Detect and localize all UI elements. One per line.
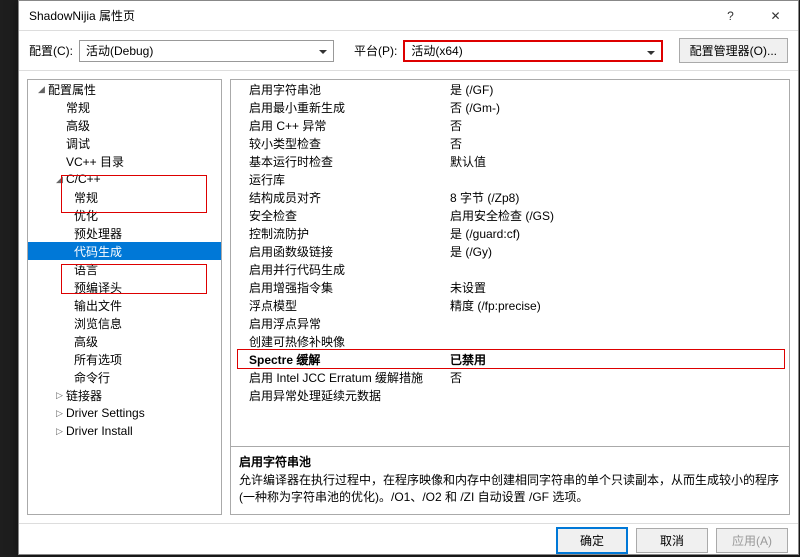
close-button[interactable]: ✕	[753, 1, 798, 31]
desc-title: 启用字符串池	[239, 453, 781, 470]
apply-button[interactable]: 应用(A)	[716, 528, 788, 553]
grid-key: 运行库	[231, 171, 446, 188]
footer: 确定 取消 应用(A)	[19, 523, 798, 557]
grid-key: 启用 Intel JCC Erratum 缓解措施	[231, 369, 446, 386]
ok-button[interactable]: 确定	[556, 527, 628, 554]
tree-item[interactable]: 高级	[28, 116, 221, 134]
titlebar: ShadowNijia 属性页 ? ✕	[19, 1, 798, 31]
grid-value: 精度 (/fp:precise)	[446, 297, 789, 314]
right-panel: 启用字符串池是 (/GF)启用最小重新生成否 (/Gm-)启用 C++ 异常否较…	[230, 79, 790, 515]
grid-key: 启用 C++ 异常	[231, 117, 446, 134]
tree-item[interactable]: 代码生成	[28, 242, 221, 260]
grid-value: 否	[446, 117, 789, 134]
grid-key: 基本运行时检查	[231, 153, 446, 170]
grid-row[interactable]: 控制流防护是 (/guard:cf)	[231, 224, 789, 242]
grid-value: 是 (/Gy)	[446, 243, 789, 260]
grid-key: 启用异常处理延续元数据	[231, 387, 446, 404]
tree-item[interactable]: Driver Install	[28, 422, 221, 440]
grid-row[interactable]: 创建可热修补映像	[231, 332, 789, 350]
tree-item[interactable]: VC++ 目录	[28, 152, 221, 170]
description-panel: 启用字符串池 允许编译器在执行过程中，在程序映像和内存中创建相同字符串的单个只读…	[230, 447, 790, 515]
grid-row[interactable]: 启用 Intel JCC Erratum 缓解措施否	[231, 368, 789, 386]
grid-key: 启用最小重新生成	[231, 99, 446, 116]
config-select[interactable]: 活动(Debug)	[79, 40, 334, 62]
grid-row[interactable]: 启用浮点异常	[231, 314, 789, 332]
grid-key: 启用浮点异常	[231, 315, 446, 332]
tree-item[interactable]: 优化	[28, 206, 221, 224]
desc-text: 允许编译器在执行过程中，在程序映像和内存中创建相同字符串的单个只读副本，从而生成…	[239, 472, 781, 506]
grid-value: 是 (/guard:cf)	[446, 225, 789, 242]
grid-row[interactable]: 基本运行时检查默认值	[231, 152, 789, 170]
grid-row[interactable]: 安全检查启用安全检查 (/GS)	[231, 206, 789, 224]
config-manager-button[interactable]: 配置管理器(O)...	[679, 38, 788, 63]
grid-key: 启用增强指令集	[231, 279, 446, 296]
cancel-button[interactable]: 取消	[636, 528, 708, 553]
grid-value: 启用安全检查 (/GS)	[446, 207, 789, 224]
tree-item[interactable]: Driver Settings	[28, 404, 221, 422]
grid-key: 控制流防护	[231, 225, 446, 242]
tree-item[interactable]: 调试	[28, 134, 221, 152]
platform-label: 平台(P):	[354, 42, 397, 59]
grid-row[interactable]: 启用异常处理延续元数据	[231, 386, 789, 404]
tree-item[interactable]: 常规	[28, 98, 221, 116]
grid-value: 是 (/GF)	[446, 81, 789, 98]
grid-key: 启用函数级链接	[231, 243, 446, 260]
config-label: 配置(C):	[29, 42, 73, 59]
tree-view[interactable]: 配置属性 常规高级调试VC++ 目录 C/C++ 常规优化预处理器代码生成语言预…	[27, 79, 222, 515]
tree-item[interactable]: 命令行	[28, 368, 221, 386]
config-row: 配置(C): 活动(Debug) 平台(P): 活动(x64) 配置管理器(O)…	[19, 31, 798, 71]
tree-item[interactable]: 常规	[28, 188, 221, 206]
tree-cpp[interactable]: C/C++	[28, 170, 221, 188]
grid-value: 否 (/Gm-)	[446, 99, 789, 116]
grid-value: 已禁用	[446, 351, 789, 368]
grid-row[interactable]: 结构成员对齐8 字节 (/Zp8)	[231, 188, 789, 206]
grid-row[interactable]: 启用最小重新生成否 (/Gm-)	[231, 98, 789, 116]
tree-root[interactable]: 配置属性	[28, 80, 221, 98]
grid-row[interactable]: 启用 C++ 异常否	[231, 116, 789, 134]
grid-value: 8 字节 (/Zp8)	[446, 189, 789, 206]
grid-row[interactable]: 运行库	[231, 170, 789, 188]
grid-row[interactable]: 启用并行代码生成	[231, 260, 789, 278]
grid-key: 启用并行代码生成	[231, 261, 446, 278]
tree-item[interactable]: 浏览信息	[28, 314, 221, 332]
tree-item[interactable]: 语言	[28, 260, 221, 278]
grid-value: 默认值	[446, 153, 789, 170]
grid-key: 较小类型检查	[231, 135, 446, 152]
tree-item[interactable]: 输出文件	[28, 296, 221, 314]
grid-value: 否	[446, 135, 789, 152]
property-dialog: ShadowNijia 属性页 ? ✕ 配置(C): 活动(Debug) 平台(…	[18, 0, 799, 555]
grid-row[interactable]: 较小类型检查否	[231, 134, 789, 152]
tree-item[interactable]: 高级	[28, 332, 221, 350]
grid-row[interactable]: 启用字符串池是 (/GF)	[231, 80, 789, 98]
grid-value: 未设置	[446, 279, 789, 296]
tree-item[interactable]: 预处理器	[28, 224, 221, 242]
grid-row[interactable]: 启用函数级链接是 (/Gy)	[231, 242, 789, 260]
tree-item[interactable]: 所有选项	[28, 350, 221, 368]
dialog-body: 配置属性 常规高级调试VC++ 目录 C/C++ 常规优化预处理器代码生成语言预…	[19, 71, 798, 523]
grid-key: 结构成员对齐	[231, 189, 446, 206]
grid-key: 启用字符串池	[231, 81, 446, 98]
grid-key: 创建可热修补映像	[231, 333, 446, 350]
grid-row[interactable]: 启用增强指令集未设置	[231, 278, 789, 296]
grid-row[interactable]: Spectre 缓解已禁用	[231, 350, 789, 368]
grid-key: 安全检查	[231, 207, 446, 224]
grid-value: 否	[446, 369, 789, 386]
grid-key: Spectre 缓解	[231, 351, 446, 368]
help-button[interactable]: ?	[708, 1, 753, 31]
window-title: ShadowNijia 属性页	[29, 7, 708, 24]
tree-item[interactable]: 预编译头	[28, 278, 221, 296]
grid-key: 浮点模型	[231, 297, 446, 314]
platform-select[interactable]: 活动(x64)	[403, 40, 663, 62]
property-grid[interactable]: 启用字符串池是 (/GF)启用最小重新生成否 (/Gm-)启用 C++ 异常否较…	[230, 79, 790, 447]
tree-item[interactable]: 链接器	[28, 386, 221, 404]
grid-row[interactable]: 浮点模型精度 (/fp:precise)	[231, 296, 789, 314]
